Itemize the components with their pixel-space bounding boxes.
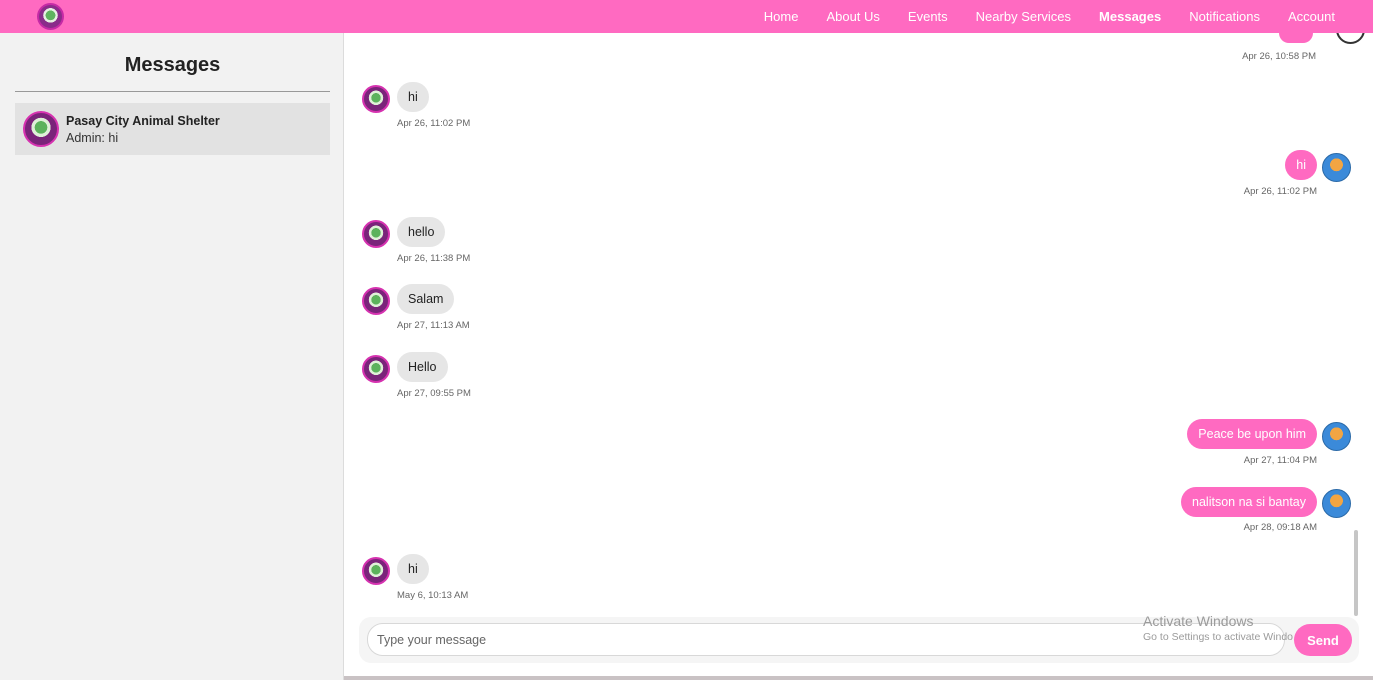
nav-messages[interactable]: Messages [1085,9,1175,24]
message-bubble-incoming: Salam [397,284,455,314]
sidebar-title: Messages [124,54,221,76]
nav-about-us[interactable]: About Us [812,9,893,24]
message-bubble-incoming: hello [397,217,446,247]
message-composer: Send [359,617,1359,663]
message-timestamp: Apr 27, 09:55 PM [397,388,471,399]
chat-scrollbar[interactable] [1354,530,1358,616]
message-input[interactable] [367,623,1285,656]
shelter-avatar [362,220,390,248]
site-logo[interactable] [37,3,64,30]
message-timestamp: Apr 27, 11:13 AM [397,320,470,331]
nav-links: Home About Us Events Nearby Services Mes… [750,0,1349,33]
nav-home[interactable]: Home [750,9,813,24]
nav-account[interactable]: Account [1274,9,1349,24]
message-bubble-incoming: hi [397,554,429,584]
message-timestamp: Apr 26, 11:38 PM [397,253,471,264]
conversation-preview: Admin: hi [66,131,119,145]
message-bubble-incoming: hi [397,82,429,112]
message-bubble-outgoing: nalitson na si bantay [1181,487,1317,517]
user-avatar [1322,422,1351,451]
top-navbar: Home About Us Events Nearby Services Mes… [0,0,1373,33]
message-timestamp: May 6, 10:13 AM [397,590,469,601]
message-timestamp: Apr 26, 11:02 PM [1243,186,1317,197]
message-timestamp: Apr 28, 09:18 AM [1243,522,1317,533]
nav-nearby-services[interactable]: Nearby Services [962,9,1085,24]
conversation-item[interactable]: Pasay City Animal Shelter Admin: hi [15,103,330,155]
send-button[interactable]: Send [1294,624,1352,656]
nav-events[interactable]: Events [894,9,962,24]
message-timestamp: Apr 26, 10:58 PM [1242,51,1316,62]
bottom-edge [344,676,1373,680]
sidebar-divider [15,91,330,92]
message-timestamp: Apr 27, 11:04 PM [1243,455,1317,466]
user-avatar [1322,489,1351,518]
user-avatar-partial [1336,33,1365,44]
shelter-avatar [362,355,390,383]
chat-panel: Apr 26, 10:58 PM hi Apr 26, 11:02 PM hi … [345,33,1373,680]
message-bubble-incoming: Hello [397,352,448,382]
shelter-avatar [362,287,390,315]
message-bubble-outgoing: Peace be upon him [1187,419,1317,449]
message-timestamp: Apr 26, 11:02 PM [397,118,471,129]
shelter-avatar [23,111,59,147]
conversation-name: Pasay City Animal Shelter [66,114,220,128]
message-bubble-outgoing-partial [1279,33,1313,43]
nav-notifications[interactable]: Notifications [1175,9,1274,24]
user-avatar [1322,153,1351,182]
shelter-avatar [362,85,390,113]
conversation-sidebar: Messages Pasay City Animal Shelter Admin… [0,33,344,680]
message-bubble-outgoing: hi [1285,150,1317,180]
shelter-avatar [362,557,390,585]
